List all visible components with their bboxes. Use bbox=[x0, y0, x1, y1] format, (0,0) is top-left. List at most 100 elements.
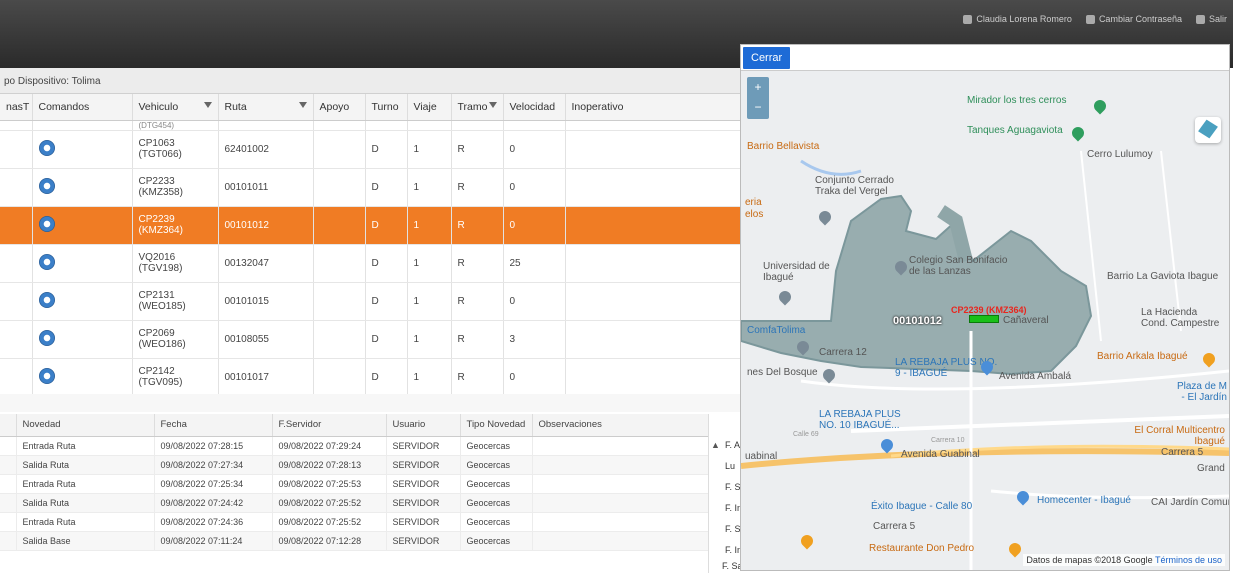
change-password-link[interactable]: Cambiar Contraseña bbox=[1085, 14, 1182, 24]
header-column-1[interactable]: Comandos bbox=[32, 94, 133, 121]
log-header-servidor[interactable]: F.Servidor bbox=[272, 414, 387, 437]
header-label: Comandos bbox=[38, 100, 90, 113]
vehicle-row[interactable]: CP2131 (WEO185) 00101015 D 1 R 0 bbox=[0, 282, 741, 321]
map-label-gaviota: Barrio La Gaviota Ibague bbox=[1107, 271, 1219, 282]
log-novedad: Entrada Ruta bbox=[16, 512, 155, 532]
header-column-0[interactable]: nasT bbox=[0, 94, 33, 121]
speed-cell: 3 bbox=[503, 320, 566, 359]
route-cell: 00101017 bbox=[218, 358, 314, 397]
chevron-up-icon[interactable]: ▲ bbox=[711, 440, 720, 450]
log-fecha: 09/08/2022 07:28:15 bbox=[154, 436, 273, 456]
apoyo-cell bbox=[313, 358, 366, 397]
log-observaciones bbox=[532, 512, 729, 532]
log-header-tipo[interactable]: Tipo Novedad bbox=[460, 414, 533, 437]
gear-icon[interactable] bbox=[38, 215, 55, 232]
log-row[interactable]: Entrada Ruta 09/08/2022 07:24:36 09/08/202… bbox=[0, 512, 729, 532]
header-column-8[interactable]: Velocidad bbox=[503, 94, 566, 121]
tramo-cell: R bbox=[451, 320, 504, 359]
vehicle-row[interactable]: CP2239 (KMZ364) 00101012 D 1 R 0 bbox=[0, 206, 741, 245]
log-fecha: 09/08/2022 07:25:34 bbox=[154, 474, 273, 494]
header-column-2[interactable]: Vehiculo bbox=[132, 94, 219, 121]
tramo-cell: R bbox=[451, 358, 504, 397]
log-row[interactable]: Entrada Ruta 09/08/2022 07:25:34 09/08/202… bbox=[0, 474, 729, 494]
map-label-colegio: Colegio San Bonifacio de las Lanzas bbox=[909, 255, 1008, 277]
log-observaciones bbox=[532, 474, 729, 494]
zoom-control[interactable]: + − bbox=[747, 77, 769, 119]
logout-link[interactable]: Salir bbox=[1195, 14, 1227, 24]
log-usuario: SERVIDOR bbox=[386, 512, 461, 532]
header-column-4[interactable]: Apoyo bbox=[313, 94, 366, 121]
header-label: Turno bbox=[371, 100, 399, 113]
log-usuario: SERVIDOR bbox=[386, 436, 461, 456]
gear-icon[interactable] bbox=[38, 291, 55, 308]
log-observaciones bbox=[532, 531, 729, 551]
header-column-3[interactable]: Ruta bbox=[218, 94, 314, 121]
terms-link[interactable]: Términos de uso bbox=[1155, 555, 1222, 565]
vehicle-id: CP2233 bbox=[138, 176, 175, 187]
log-row[interactable]: Entrada Ruta 09/08/2022 07:28:15 09/08/202… bbox=[0, 436, 729, 456]
gear-icon[interactable] bbox=[38, 367, 55, 384]
command-cell bbox=[32, 244, 133, 283]
vehicle-row[interactable]: CP2142 (TGV095) 00101017 D 1 R 0 bbox=[0, 358, 741, 397]
log-usuario: SERVIDOR bbox=[386, 493, 461, 513]
log-servidor: 09/08/2022 07:25:52 bbox=[272, 493, 387, 513]
map-canvas[interactable]: + − Mirador los tres cerros Tanques Aguag… bbox=[741, 71, 1229, 570]
command-cell bbox=[32, 320, 133, 359]
vehicle-id: CP2142 bbox=[138, 366, 175, 377]
header-column-5[interactable]: Turno bbox=[365, 94, 408, 121]
turno-cell: D bbox=[365, 358, 408, 397]
log-tipo: Geocercas bbox=[460, 493, 533, 513]
gear-icon[interactable] bbox=[38, 253, 55, 270]
command-cell bbox=[32, 206, 133, 245]
log-header-observaciones[interactable]: Observaciones bbox=[532, 414, 729, 437]
log-tipo: Geocercas bbox=[460, 455, 533, 475]
vehicle-row[interactable]: VQ2016 (TGV198) 00132047 D 1 R 25 bbox=[0, 244, 741, 283]
log-row[interactable]: Salida Base 09/08/2022 07:11:24 09/08/2022… bbox=[0, 531, 729, 551]
vehicle-row[interactable]: CP1063 (TGT066) 62401002 D 1 R 0 bbox=[0, 130, 741, 169]
log-header-novedad[interactable]: Novedad bbox=[16, 414, 155, 437]
header-column-9[interactable]: Inoperativo bbox=[565, 94, 741, 121]
vehicle-marker-icon[interactable] bbox=[969, 315, 999, 323]
vehicle-row[interactable]: CP2233 (KMZ358) 00101011 D 1 R 0 bbox=[0, 168, 741, 207]
turno-cell: D bbox=[365, 206, 408, 245]
layers-icon[interactable] bbox=[1195, 117, 1221, 143]
log-row[interactable]: Salida Ruta 09/08/2022 07:27:34 09/08/2022… bbox=[0, 455, 729, 475]
vehicle-plate: (WEO185) bbox=[138, 301, 186, 312]
vehicle-row[interactable]: CP2069 (WEO186) 00108055 D 1 R 3 bbox=[0, 320, 741, 359]
map-window: Cerrar + − Mirador los tres cerros Tanque… bbox=[740, 44, 1230, 571]
event-detail-panel: ▲ F. A Lu F. S F. In F. S F. In bbox=[708, 414, 744, 573]
gear-icon[interactable] bbox=[38, 177, 55, 194]
log-header-fecha[interactable]: Fecha bbox=[154, 414, 273, 437]
speed-cell: 0 bbox=[503, 358, 566, 397]
close-button[interactable]: Cerrar bbox=[743, 47, 791, 69]
viaje-cell: 1 bbox=[407, 168, 452, 207]
log-tipo: Geocercas bbox=[460, 512, 533, 532]
vehicle-cell: CP2239 (KMZ364) bbox=[132, 206, 219, 245]
log-observaciones bbox=[532, 493, 729, 513]
filter-icon[interactable] bbox=[298, 102, 307, 108]
map-label-universidad: Universidad de Ibagué bbox=[763, 261, 830, 283]
tramo-cell: R bbox=[451, 282, 504, 321]
apoyo-cell bbox=[313, 130, 366, 169]
user-link[interactable]: Claudia Lorena Romero bbox=[963, 14, 1072, 24]
filter-icon[interactable] bbox=[488, 102, 497, 108]
map-toolbar: Cerrar bbox=[741, 45, 1229, 71]
header-label: Viaje bbox=[413, 100, 437, 113]
header-label: Inoperativo bbox=[571, 100, 624, 113]
logout-label: Salir bbox=[1208, 14, 1227, 24]
speed-cell: 0 bbox=[503, 130, 566, 169]
log-header-usuario[interactable]: Usuario bbox=[386, 414, 461, 437]
attribution-text: Datos de mapas ©2018 Google bbox=[1026, 555, 1153, 565]
log-row[interactable]: Salida Ruta 09/08/2022 07:24:42 09/08/2022… bbox=[0, 493, 729, 513]
speed-cell: 0 bbox=[503, 168, 566, 207]
filter-icon[interactable] bbox=[203, 102, 212, 108]
map-label-elos: elos bbox=[745, 209, 764, 220]
header-column-6[interactable]: Viaje bbox=[407, 94, 452, 121]
gear-icon[interactable] bbox=[38, 329, 55, 346]
vehicle-cell: CP1063 (TGT066) bbox=[132, 130, 219, 169]
vehicle-cell: CP2131 (WEO185) bbox=[132, 282, 219, 321]
gear-icon[interactable] bbox=[38, 139, 55, 156]
partial-row: (DTG454) bbox=[0, 120, 741, 131]
header-column-7[interactable]: Tramo bbox=[451, 94, 504, 121]
map-label-arkala: Barrio Arkala Ibagué bbox=[1097, 351, 1188, 362]
